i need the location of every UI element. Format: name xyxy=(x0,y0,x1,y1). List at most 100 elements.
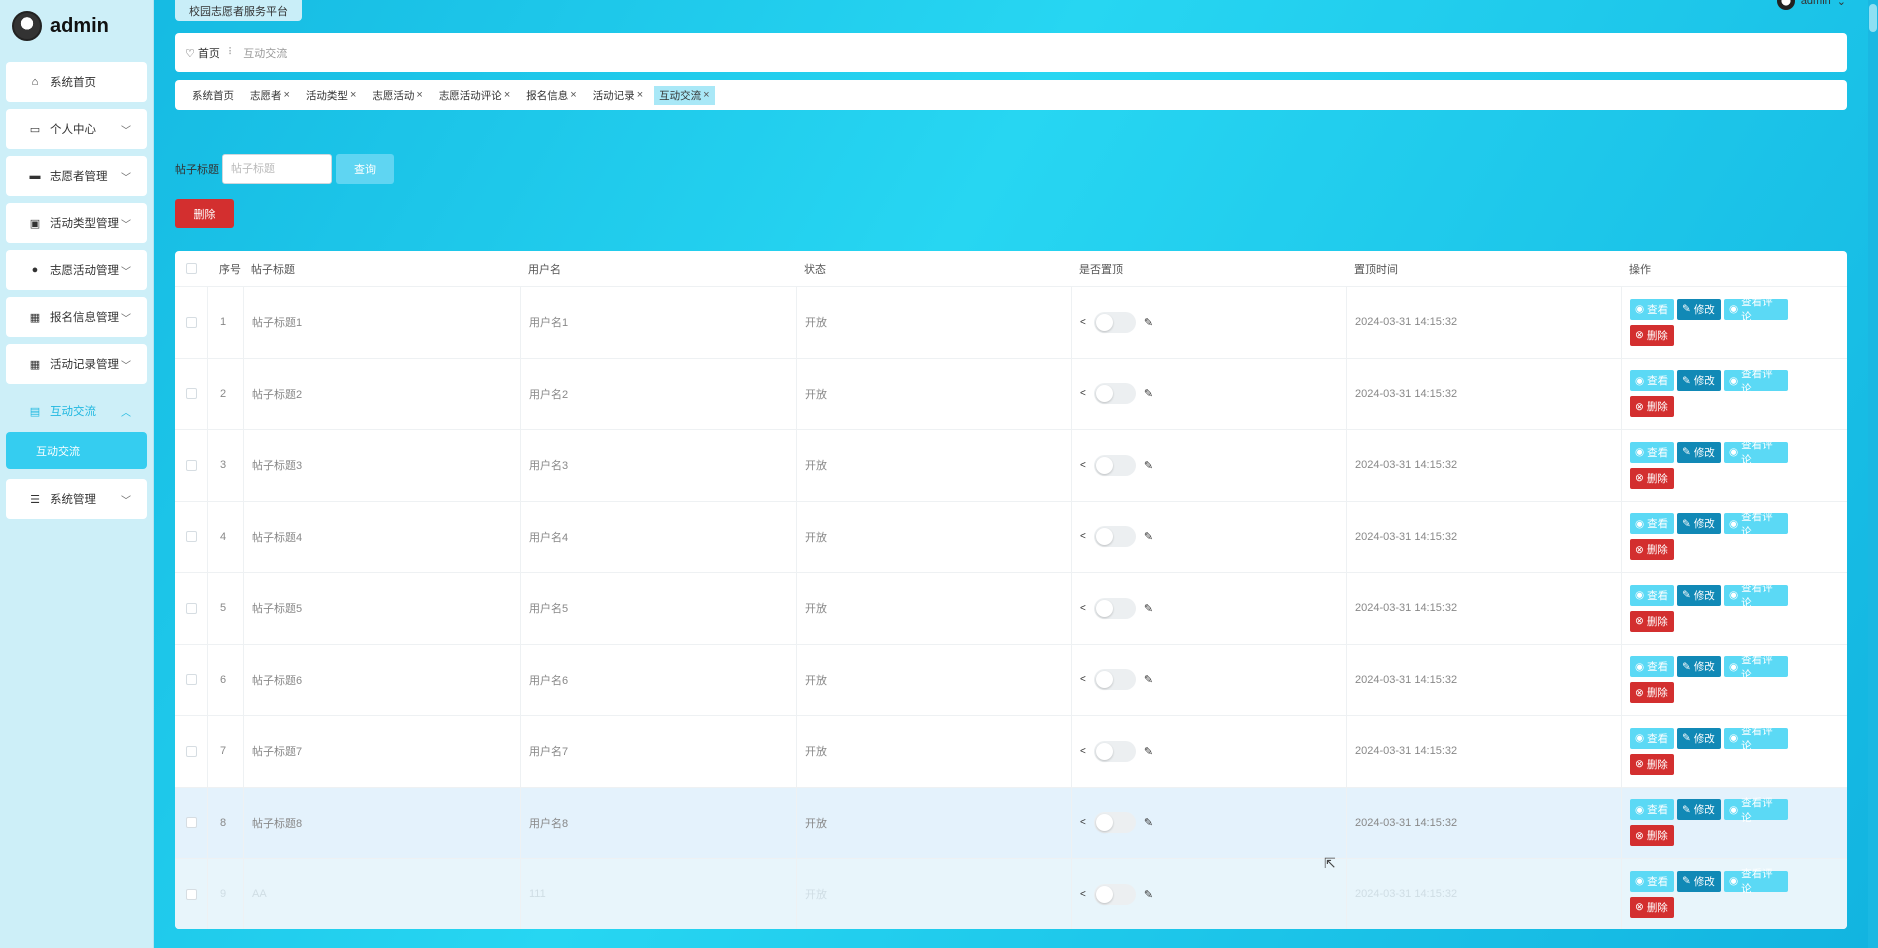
view-comments-label[interactable]: 查看评论 xyxy=(1741,866,1783,896)
view-button-label[interactable]: 查看 xyxy=(1647,874,1668,889)
row-checkbox[interactable] xyxy=(185,674,197,686)
tab-label[interactable]: 志愿者 xyxy=(250,88,282,103)
edit-button[interactable]: ✎ 修改 xyxy=(1677,298,1721,320)
delete-button-label[interactable]: 删除 xyxy=(1647,399,1668,414)
pin-toggle[interactable] xyxy=(1093,526,1136,548)
tab-label[interactable]: 活动记录 xyxy=(593,88,635,103)
view-comments-label[interactable]: 查看评论 xyxy=(1741,580,1783,610)
edit-button[interactable]: ✎ 修改 xyxy=(1677,870,1721,892)
tab-0[interactable]: 系统首页 xyxy=(187,86,239,105)
delete-button-label[interactable]: 删除 xyxy=(1647,757,1668,772)
edit-button[interactable]: ✎ 修改 xyxy=(1677,584,1721,606)
close-icon[interactable]: × xyxy=(416,89,422,101)
edit-button-label[interactable]: 修改 xyxy=(1694,302,1715,317)
delete-button[interactable]: ⊗ 删除 xyxy=(1630,539,1674,561)
view-button[interactable]: ◉ 查看 xyxy=(1630,799,1674,821)
delete-button[interactable]: ⊗ 删除 xyxy=(1630,896,1674,918)
table-row[interactable]: 4 帖子标题4 用户名4 开放 < ✎ 2024-03-31 14:15:32 ◉ 查看 ✎ 修改 ◉… xyxy=(175,501,1847,573)
table-row[interactable]: 3 帖子标题3 用户名3 开放 < ✎ 2024-03-31 14:15:32 ◉ 查看 ✎ 修改 ◉… xyxy=(175,430,1847,502)
view-button[interactable]: ◉ 查看 xyxy=(1630,370,1674,392)
close-icon[interactable]: × xyxy=(703,89,709,101)
delete-button-label[interactable]: 删除 xyxy=(1647,900,1668,915)
pin-toggle[interactable] xyxy=(1093,597,1136,619)
edit-button[interactable]: ✎ 修改 xyxy=(1677,513,1721,535)
tab-7[interactable]: 互动交流 × xyxy=(654,85,715,105)
edit-button-label[interactable]: 修改 xyxy=(1694,516,1715,531)
tab-label[interactable]: 报名信息 xyxy=(526,88,568,103)
table-row[interactable]: 8 帖子标题8 用户名8 开放 < ✎ 2024-03-31 14:15:32 ◉ 查看 ✎ 修改 ◉… xyxy=(175,787,1847,859)
view-comments-button[interactable]: ◉ 查看评论 xyxy=(1724,296,1788,323)
sidebar-item-3[interactable]: ▣ 活动类型管理 ﹀ xyxy=(6,203,147,243)
row-checkbox[interactable] xyxy=(185,817,197,829)
delete-button[interactable]: ⊗ 删除 xyxy=(1630,610,1674,632)
view-button-label[interactable]: 查看 xyxy=(1647,731,1668,746)
pin-toggle[interactable] xyxy=(1093,311,1136,333)
table-row[interactable]: 6 帖子标题6 用户名6 开放 < ✎ 2024-03-31 14:15:32 ◉ 查看 ✎ 修改 ◉… xyxy=(175,644,1847,716)
tab-6[interactable]: 活动记录 × xyxy=(588,86,648,105)
sidebar-item-0[interactable]: ⌂ 系统首页 xyxy=(6,62,147,102)
edit-button-label[interactable]: 修改 xyxy=(1694,874,1715,889)
view-comments-label[interactable]: 查看评论 xyxy=(1741,723,1783,753)
tab-3[interactable]: 志愿活动 × xyxy=(367,86,427,105)
table-row[interactable]: 5 帖子标题5 用户名5 开放 < ✎ 2024-03-31 14:15:32 ◉ 查看 ✎ 修改 ◉… xyxy=(175,573,1847,645)
close-icon[interactable]: × xyxy=(570,89,576,101)
edit-button[interactable]: ✎ 修改 xyxy=(1677,799,1721,821)
close-icon[interactable]: × xyxy=(637,89,643,101)
row-checkbox[interactable] xyxy=(185,745,197,757)
view-comments-button[interactable]: ◉ 查看评论 xyxy=(1724,868,1788,895)
sidebar-item-8[interactable]: ☰ 系统管理 ﹀ xyxy=(6,479,147,519)
view-button[interactable]: ◉ 查看 xyxy=(1630,656,1674,678)
edit-button-label[interactable]: 修改 xyxy=(1694,802,1715,817)
row-checkbox[interactable] xyxy=(185,316,197,328)
scrollbar[interactable] xyxy=(1868,0,1878,948)
tab-5[interactable]: 报名信息 × xyxy=(521,86,581,105)
tab-label[interactable]: 志愿活动评论 xyxy=(439,88,502,103)
view-button-label[interactable]: 查看 xyxy=(1647,302,1668,317)
delete-button[interactable]: ⊗ 删除 xyxy=(1630,396,1674,418)
row-checkbox[interactable] xyxy=(185,459,197,471)
table-row[interactable]: 7 帖子标题7 用户名7 开放 < ✎ 2024-03-31 14:15:32 ◉ 查看 ✎ 修改 ◉… xyxy=(175,716,1847,788)
edit-button[interactable]: ✎ 修改 xyxy=(1677,441,1721,463)
pin-toggle[interactable] xyxy=(1093,883,1136,905)
view-button-label[interactable]: 查看 xyxy=(1647,445,1668,460)
tab-2[interactable]: 活动类型 × xyxy=(301,86,361,105)
view-button-label[interactable]: 查看 xyxy=(1647,802,1668,817)
sidebar-item-1[interactable]: ▭ 个人中心 ﹀ xyxy=(6,109,147,149)
table-row[interactable]: 2 帖子标题2 用户名2 开放 < ✎ 2024-03-31 14:15:32 ◉ 查看 ✎ 修改 ◉… xyxy=(175,358,1847,430)
delete-button-label[interactable]: 删除 xyxy=(1647,542,1668,557)
delete-button-label[interactable]: 删除 xyxy=(1647,328,1668,343)
view-button[interactable]: ◉ 查看 xyxy=(1630,584,1674,606)
user-menu[interactable]: admin ⌄ xyxy=(1776,0,1846,10)
sidebar-item-2[interactable]: ▬ 志愿者管理 ﹀ xyxy=(6,156,147,196)
breadcrumb-home-label[interactable]: 首页 xyxy=(198,48,220,60)
sidebar-item-5[interactable]: ▦ 报名信息管理 ﹀ xyxy=(6,297,147,337)
view-comments-label[interactable]: 查看评论 xyxy=(1741,795,1783,825)
sidebar-item-7[interactable]: ▤ 互动交流 ︿ xyxy=(6,391,147,431)
close-icon[interactable]: × xyxy=(284,89,290,101)
delete-button[interactable]: ⊗ 删除 xyxy=(1630,682,1674,704)
close-icon[interactable]: × xyxy=(350,89,356,101)
view-button[interactable]: ◉ 查看 xyxy=(1630,870,1674,892)
sidebar-subitem-forum[interactable]: 互动交流 xyxy=(6,432,147,469)
pin-toggle[interactable] xyxy=(1093,812,1136,834)
sidebar-item-4[interactable]: ● 志愿活动管理 ﹀ xyxy=(6,250,147,290)
edit-button[interactable]: ✎ 修改 xyxy=(1677,370,1721,392)
view-button[interactable]: ◉ 查看 xyxy=(1630,513,1674,535)
tab-label[interactable]: 互动交流 xyxy=(659,88,701,103)
pin-toggle[interactable] xyxy=(1093,740,1136,762)
view-comments-label[interactable]: 查看评论 xyxy=(1741,366,1783,396)
row-checkbox[interactable] xyxy=(185,531,197,543)
view-comments-button[interactable]: ◉ 查看评论 xyxy=(1724,368,1788,395)
view-comments-button[interactable]: ◉ 查看评论 xyxy=(1724,439,1788,466)
view-button[interactable]: ◉ 查看 xyxy=(1630,298,1674,320)
view-comments-label[interactable]: 查看评论 xyxy=(1741,652,1783,682)
edit-button[interactable]: ✎ 修改 xyxy=(1677,727,1721,749)
view-comments-button[interactable]: ◉ 查看评论 xyxy=(1724,797,1788,824)
batch-delete-button[interactable]: 删除 xyxy=(175,199,234,228)
view-button-label[interactable]: 查看 xyxy=(1647,588,1668,603)
table-row[interactable]: 9 AA 111 开放 < ✎ 2024-03-31 14:15:32 ◉ 查看 ✎ 修改 ◉ 查看评论… xyxy=(175,859,1847,929)
table-row[interactable]: 1 帖子标题1 用户名1 开放 < ✎ 2024-03-31 14:15:32 ◉ 查看 ✎ 修改 ◉… xyxy=(175,287,1847,359)
close-icon[interactable]: × xyxy=(504,89,510,101)
view-comments-label[interactable]: 查看评论 xyxy=(1741,437,1783,467)
view-button-label[interactable]: 查看 xyxy=(1647,516,1668,531)
